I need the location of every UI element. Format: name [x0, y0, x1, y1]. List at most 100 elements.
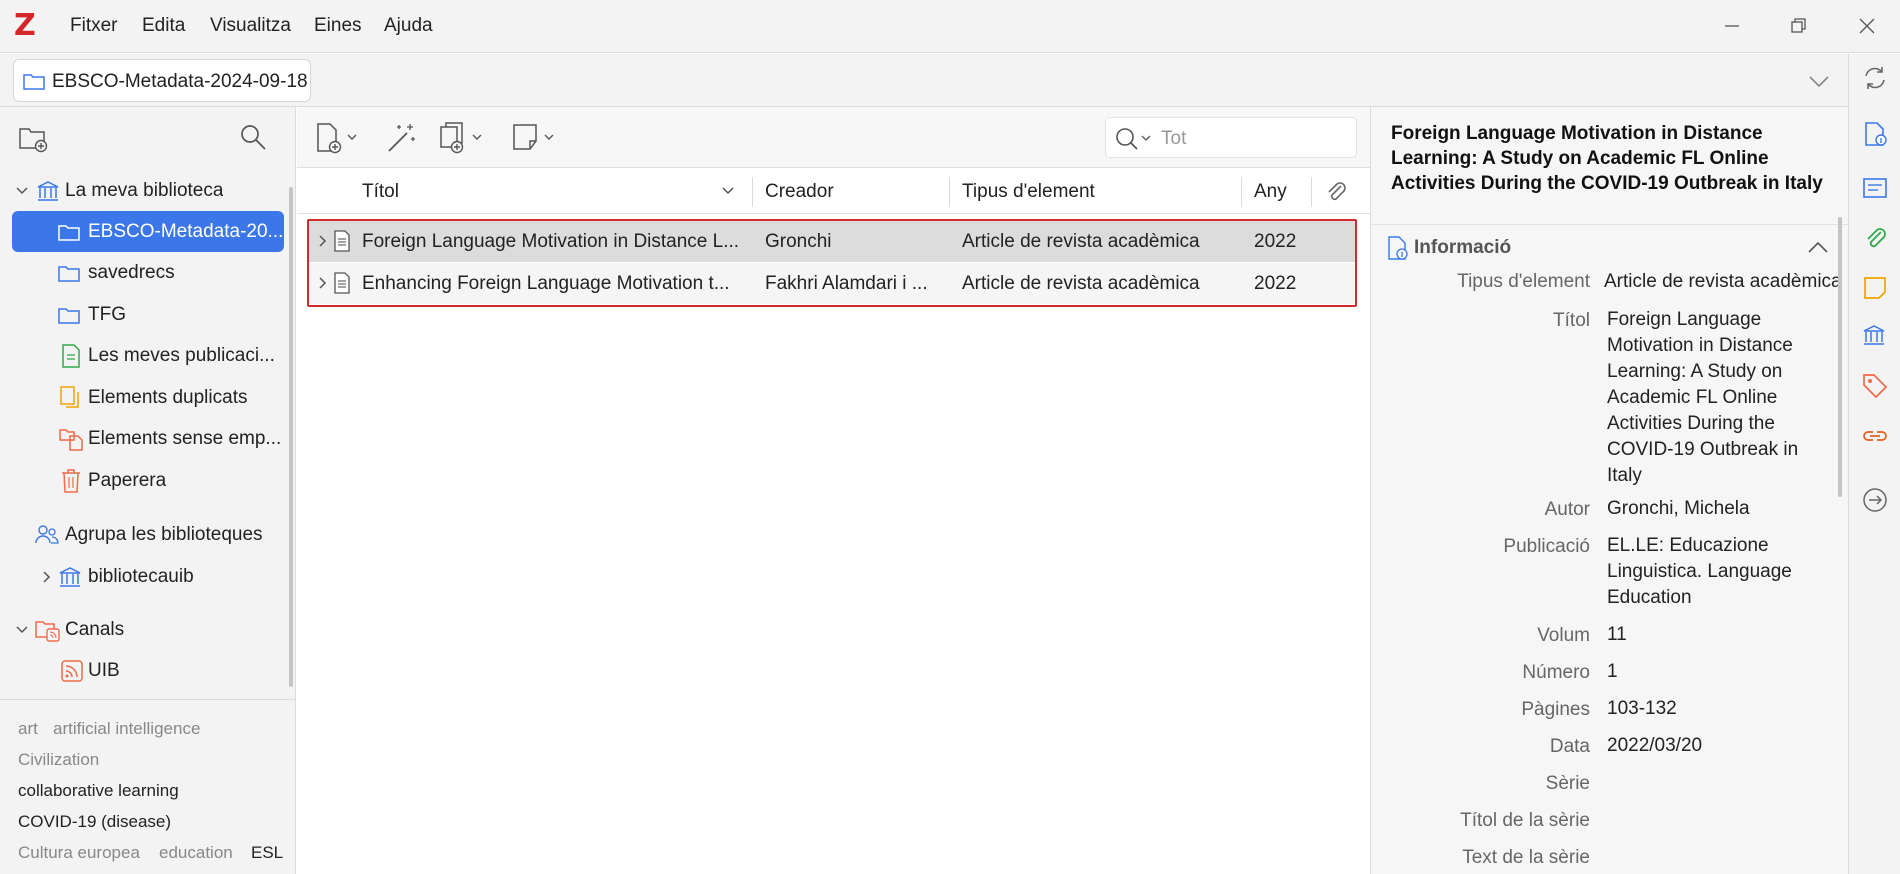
- library-label: La meva biblioteca: [65, 180, 224, 201]
- menu-tools[interactable]: Eines: [314, 15, 362, 37]
- feed-uib[interactable]: UIB: [0, 651, 296, 691]
- group-label: Agrupa les biblioteques: [65, 524, 263, 545]
- new-collection-icon[interactable]: [18, 123, 50, 153]
- column-separator[interactable]: [949, 177, 950, 207]
- magic-wand-icon[interactable]: [385, 121, 419, 155]
- tag-item[interactable]: art: [18, 719, 38, 739]
- chevron-down-icon[interactable]: [15, 623, 29, 637]
- library-icon: [36, 179, 60, 203]
- menu-edit[interactable]: Edita: [142, 15, 185, 37]
- abstract-section-icon[interactable]: [1861, 174, 1889, 202]
- field-label: Pàgines: [1521, 699, 1590, 720]
- libraries-collections-icon[interactable]: [1861, 322, 1889, 350]
- chevron-down-icon[interactable]: [15, 184, 29, 198]
- tag-item[interactable]: Cultura europea: [18, 843, 140, 863]
- unfiled-icon: [58, 426, 84, 452]
- attachments-section-icon[interactable]: [1861, 224, 1889, 252]
- trash[interactable]: Paperera: [0, 461, 296, 501]
- field-label: Títol: [1553, 310, 1590, 331]
- info-section-header[interactable]: Informació: [1371, 224, 1848, 268]
- tab-list-chevron-icon[interactable]: [1806, 68, 1832, 94]
- tag-item[interactable]: COVID-19 (disease): [18, 812, 171, 832]
- attachment-column-icon[interactable]: [1323, 179, 1349, 205]
- field-label: Publicació: [1503, 536, 1590, 557]
- tab-label: EBSCO-Metadata-2024-09-18: [52, 71, 308, 92]
- info-section-icon[interactable]: [1861, 120, 1889, 148]
- field-value-author[interactable]: Gronchi, Michela: [1607, 496, 1837, 522]
- locate-icon[interactable]: [1861, 486, 1889, 514]
- column-title[interactable]: Títol: [362, 181, 399, 203]
- chevron-up-icon[interactable]: [1807, 239, 1829, 255]
- minimize-icon[interactable]: [1720, 14, 1744, 38]
- close-icon[interactable]: [1855, 14, 1879, 38]
- folder-icon: [57, 262, 81, 284]
- restore-icon[interactable]: [1786, 14, 1810, 38]
- collections-scrollbar[interactable]: [289, 187, 293, 687]
- collection-savedrecs[interactable]: savedrecs: [0, 253, 296, 293]
- publications-icon: [60, 343, 82, 369]
- search-input[interactable]: Tot: [1105, 117, 1357, 158]
- items-pane: Tot Títol Creador Tipus d'element Any Fo…: [297, 107, 1370, 874]
- field-value-volume[interactable]: 11: [1607, 622, 1837, 648]
- column-creator[interactable]: Creador: [765, 181, 834, 203]
- tags-section-icon[interactable]: [1861, 372, 1889, 400]
- field-value-publication[interactable]: EL.LE: Educazione Linguistica. Language …: [1607, 533, 1807, 611]
- column-separator[interactable]: [1241, 177, 1242, 207]
- folder-icon: [22, 70, 46, 92]
- library-label: bibliotecauib: [88, 566, 194, 587]
- menu-bar: Z Fitxer Edita Visualitza Eines Ajuda: [0, 0, 1900, 53]
- unfiled-items[interactable]: Elements sense emp...: [0, 419, 296, 459]
- search-icon[interactable]: [1114, 126, 1156, 152]
- duplicate-items[interactable]: Elements duplicats: [0, 378, 296, 418]
- tag-item[interactable]: collaborative learning: [18, 781, 179, 801]
- collection-tfg[interactable]: TFG: [0, 295, 296, 335]
- collection-ebsco[interactable]: EBSCO-Metadata-20...: [0, 212, 296, 252]
- column-year[interactable]: Any: [1254, 181, 1287, 203]
- search-placeholder: Tot: [1161, 128, 1187, 149]
- sort-chevron-icon[interactable]: [721, 184, 735, 198]
- selection-highlight-box: [307, 219, 1357, 307]
- sync-icon[interactable]: [1861, 64, 1889, 92]
- tag-item[interactable]: Civilization: [18, 750, 99, 770]
- group-icon: [34, 523, 60, 547]
- items-toolbar: Tot: [297, 107, 1370, 168]
- field-value-pages[interactable]: 103-132: [1607, 696, 1837, 722]
- field-label: Número: [1522, 662, 1590, 683]
- my-publications[interactable]: Les meves publicaci...: [0, 336, 296, 376]
- group-libraries[interactable]: Agrupa les biblioteques: [0, 515, 296, 555]
- item-pane-scrollbar[interactable]: [1838, 217, 1842, 497]
- feeds-icon: [34, 617, 62, 643]
- new-note-icon[interactable]: [511, 121, 557, 155]
- tab-library[interactable]: EBSCO-Metadata-2024-09-18: [13, 59, 311, 102]
- chevron-right-icon[interactable]: [40, 570, 54, 584]
- collection-label: Elements sense emp...: [88, 428, 282, 449]
- feeds[interactable]: Canals: [0, 610, 296, 650]
- info-icon: [1385, 235, 1411, 261]
- zotero-logo: Z: [14, 8, 36, 43]
- collection-label: Paperera: [88, 470, 167, 491]
- column-item-type[interactable]: Tipus d'element: [962, 181, 1095, 203]
- column-separator[interactable]: [752, 177, 753, 207]
- field-value-issue[interactable]: 1: [1607, 659, 1837, 685]
- new-item-icon[interactable]: [315, 121, 361, 155]
- field-value-title[interactable]: Foreign Language Motivation in Distance …: [1607, 307, 1807, 489]
- column-separator[interactable]: [1311, 177, 1312, 207]
- tag-item[interactable]: education: [159, 843, 233, 863]
- field-value-date[interactable]: 2022/03/20: [1607, 733, 1837, 759]
- related-section-icon[interactable]: [1861, 422, 1889, 450]
- menu-help[interactable]: Ajuda: [384, 15, 433, 37]
- field-value-item-type[interactable]: Article de revista acadèmica: [1604, 269, 1844, 295]
- tag-item[interactable]: ESL: [251, 843, 283, 863]
- tag-item[interactable]: artificial intelligence: [53, 719, 200, 739]
- menu-view[interactable]: Visualitza: [210, 15, 291, 37]
- menu-file[interactable]: Fitxer: [70, 15, 118, 37]
- notes-section-icon[interactable]: [1861, 274, 1889, 302]
- library-icon: [58, 565, 82, 589]
- field-label: Tipus d'element: [1457, 271, 1590, 292]
- search-collections-icon[interactable]: [238, 122, 268, 152]
- folder-icon: [57, 221, 81, 243]
- library-my-library[interactable]: La meva biblioteca: [0, 171, 296, 211]
- add-attachment-icon[interactable]: [437, 121, 487, 155]
- folder-icon: [57, 304, 81, 326]
- library-bibliotecauib[interactable]: bibliotecauib: [0, 557, 296, 597]
